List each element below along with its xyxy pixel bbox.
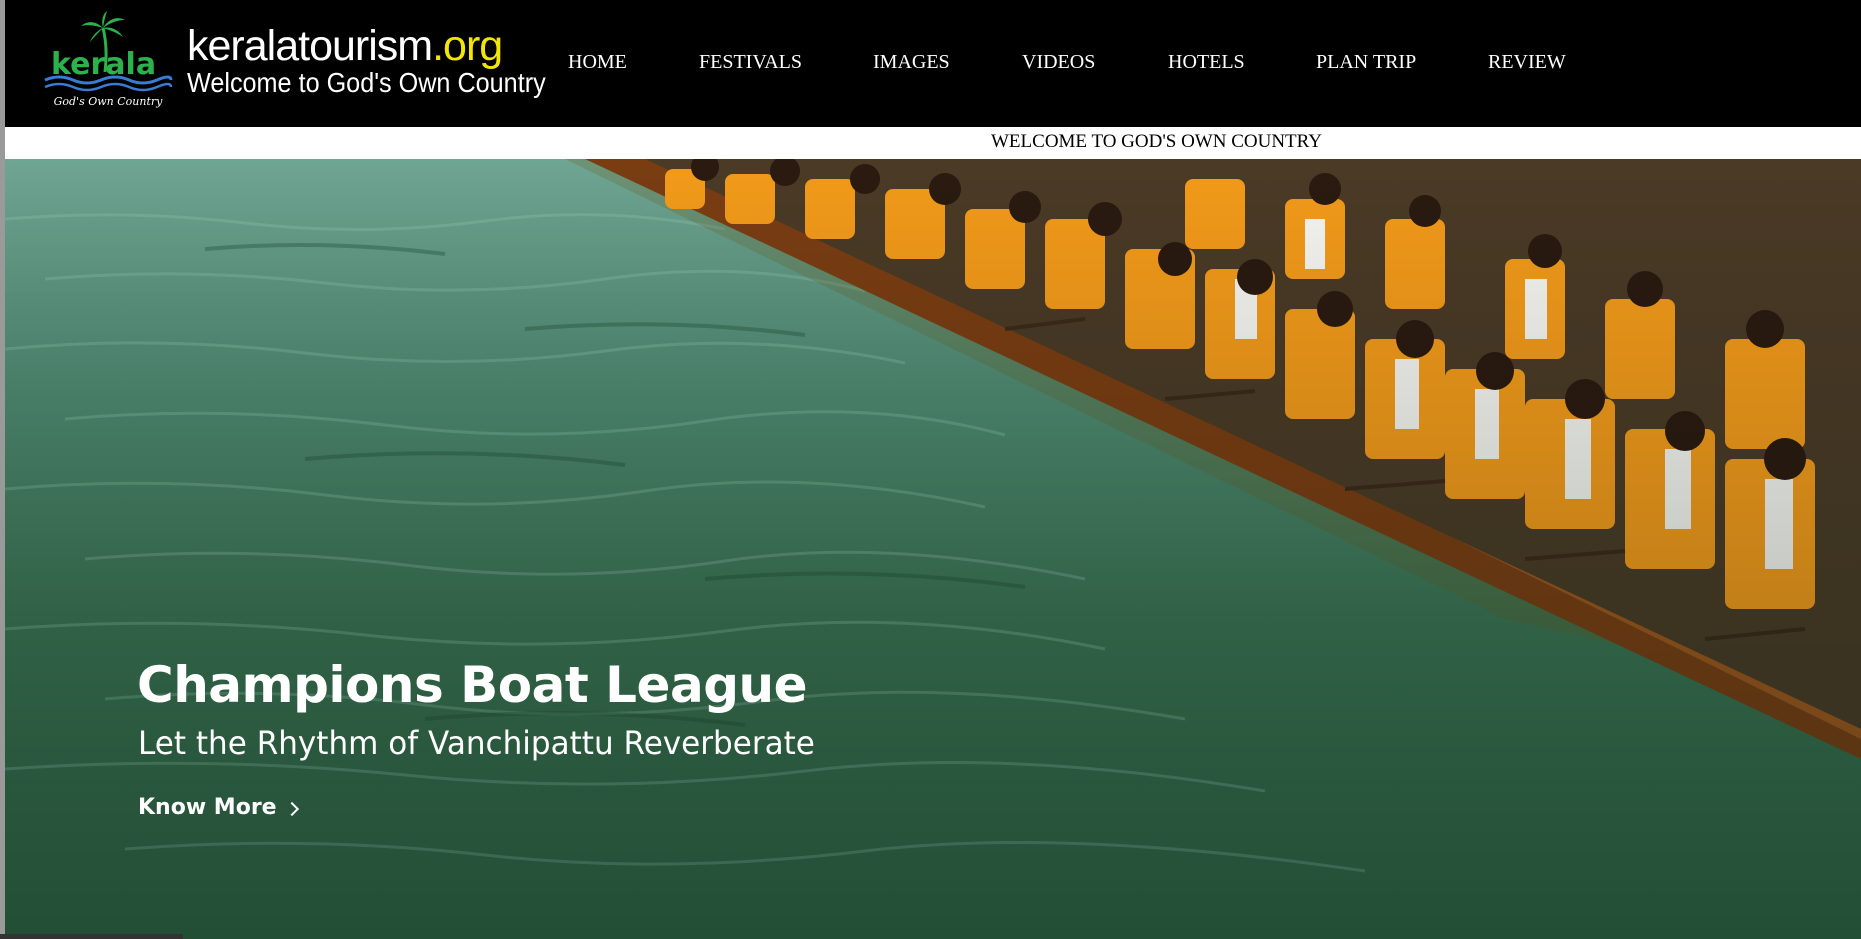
nav-images[interactable]: IMAGES [873, 51, 950, 74]
nav-festivals[interactable]: FESTIVALS [699, 51, 802, 74]
nav-home[interactable]: HOME [568, 51, 627, 74]
logo-caption: God's Own Country [54, 95, 164, 108]
hero-banner[interactable]: Champions Boat League Let the Rhythm of … [5, 159, 1861, 939]
know-more-label: Know More [138, 795, 277, 820]
scroll-indicator [0, 934, 183, 939]
brand-tagline: Welcome to God's Own Country [187, 67, 546, 98]
nav-videos[interactable]: VIDEOS [1022, 51, 1095, 74]
nav-hotels[interactable]: HOTELS [1168, 51, 1245, 74]
nav-review[interactable]: REVIEW [1488, 51, 1566, 74]
chevron-right-icon [284, 801, 299, 816]
welcome-ticker: WELCOME TO GOD'S OWN COUNTRY [5, 127, 1861, 159]
hero-image [5, 159, 1861, 939]
brand-tld: .org [432, 22, 503, 70]
brand-block[interactable]: keralatourism.org Welcome to God's Own C… [187, 22, 586, 99]
nav-plan-trip[interactable]: PLAN TRIP [1316, 51, 1416, 74]
hero-subtitle: Let the Rhythm of Vanchipattu Reverberat… [138, 724, 815, 762]
kerala-logo[interactable]: kerala God's Own Country [43, 10, 173, 112]
site-header: kerala God's Own Country keralatourism.o… [5, 0, 1861, 127]
know-more-link[interactable]: Know More [138, 795, 299, 820]
hero-title: Champions Boat League [137, 656, 808, 714]
ticker-text: WELCOME TO GOD'S OWN COUNTRY [991, 131, 1322, 152]
brand-name: keralatourism.org [187, 22, 503, 70]
